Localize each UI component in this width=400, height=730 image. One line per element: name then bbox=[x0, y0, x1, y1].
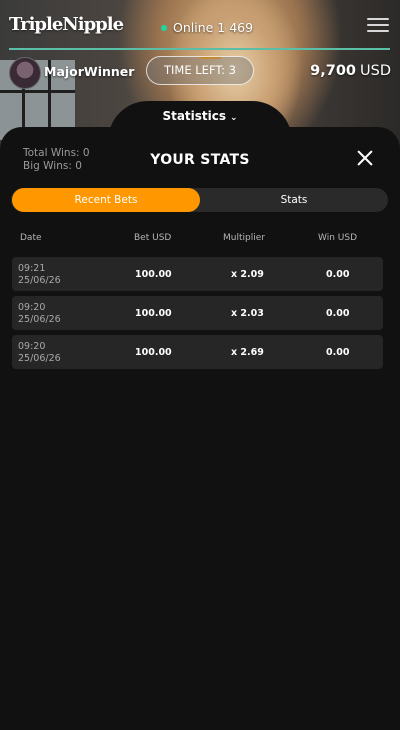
balance: 9,700 USD bbox=[310, 63, 391, 79]
row-datetime: 09:21 25/06/26 bbox=[18, 263, 61, 286]
statistics-label: Statistics bbox=[162, 109, 227, 123]
tab-stats[interactable]: Stats bbox=[200, 188, 388, 212]
chevron-down-icon: ⌄ bbox=[230, 113, 238, 123]
table-row: 09:21 25/06/26 100.00 x 2.09 0.00 bbox=[12, 257, 383, 291]
row-win: 0.00 bbox=[326, 269, 350, 280]
stats-panel: Total Wins: 0 Big Wins: 0 YOUR STATS Rec… bbox=[0, 127, 400, 730]
column-win: Win USD bbox=[318, 233, 357, 243]
column-date: Date bbox=[20, 233, 42, 243]
menu-icon[interactable] bbox=[367, 18, 389, 34]
column-multiplier: Multiplier bbox=[223, 233, 265, 243]
balance-amount: 9,700 bbox=[310, 63, 357, 79]
column-bet: Bet USD bbox=[134, 233, 172, 243]
table-row: 09:20 25/06/26 100.00 x 2.69 0.00 bbox=[12, 335, 383, 369]
row-datetime: 09:20 25/06/26 bbox=[18, 302, 61, 325]
balance-currency: USD bbox=[360, 63, 391, 79]
row-bet: 100.00 bbox=[135, 269, 172, 280]
row-time: 09:20 bbox=[18, 302, 46, 313]
time-left-badge: TIME LEFT: 3 bbox=[146, 56, 254, 85]
user-bar: MajorWinner TIME LEFT: 3 9,700 USD bbox=[0, 53, 400, 91]
online-count: Online 1 469 bbox=[161, 20, 253, 35]
bets-table: 09:21 25/06/26 100.00 x 2.09 0.00 09:20 … bbox=[12, 257, 383, 374]
online-label: Online 1 469 bbox=[173, 20, 254, 35]
table-row: 09:20 25/06/26 100.00 x 2.03 0.00 bbox=[12, 296, 383, 330]
statistics-tab-label: Statistics ⌄ bbox=[108, 109, 292, 123]
online-dot-icon bbox=[161, 24, 167, 31]
row-multiplier: x 2.09 bbox=[231, 269, 264, 280]
avatar[interactable] bbox=[9, 57, 41, 89]
close-icon[interactable] bbox=[356, 149, 374, 167]
tab-recent-bets[interactable]: Recent Bets bbox=[12, 188, 200, 212]
row-multiplier: x 2.69 bbox=[231, 347, 264, 358]
stats-tabs: Recent Bets Stats bbox=[11, 188, 388, 212]
top-bar: TripleNipple Online 1 469 bbox=[0, 0, 400, 48]
row-time: 09:21 bbox=[18, 263, 46, 274]
top-progress-line bbox=[9, 48, 390, 50]
row-multiplier: x 2.03 bbox=[231, 308, 264, 319]
row-win: 0.00 bbox=[326, 347, 350, 358]
row-bet: 100.00 bbox=[135, 347, 172, 358]
username: MajorWinner bbox=[44, 64, 135, 79]
logo[interactable]: TripleNipple bbox=[9, 14, 124, 35]
row-datetime: 09:20 25/06/26 bbox=[18, 341, 61, 364]
row-win: 0.00 bbox=[326, 308, 350, 319]
row-date: 25/06/26 bbox=[18, 313, 61, 325]
panel-title: YOUR STATS bbox=[150, 152, 250, 168]
row-bet: 100.00 bbox=[135, 308, 172, 319]
row-date: 25/06/26 bbox=[18, 352, 61, 364]
row-time: 09:20 bbox=[18, 341, 46, 352]
row-date: 25/06/26 bbox=[18, 274, 61, 286]
